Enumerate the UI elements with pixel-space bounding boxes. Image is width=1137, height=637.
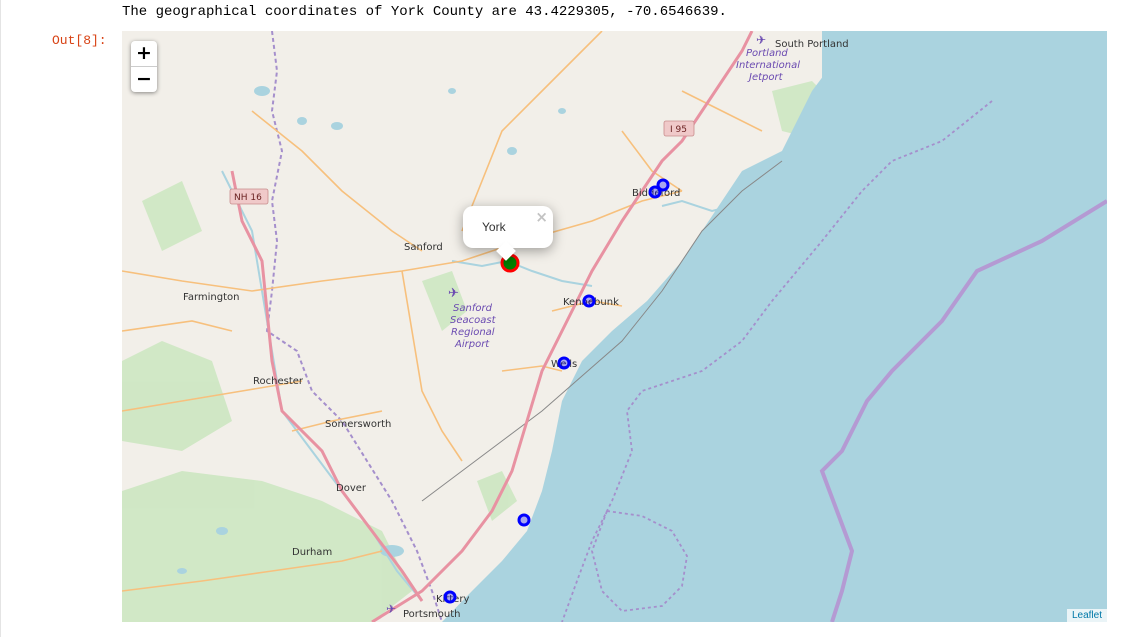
map-container[interactable]: NH 16 I 95 ✈ ✈ ✈ South Portland Biddefor… xyxy=(122,31,1107,622)
airport-label: Portland xyxy=(746,48,788,59)
circle-marker[interactable] xyxy=(517,513,531,527)
zoom-out-button[interactable]: − xyxy=(131,67,157,92)
shield-nh16: NH 16 xyxy=(229,188,269,205)
shield-nh16-label: NH 16 xyxy=(234,193,262,203)
airport-label: Seacoast xyxy=(450,315,497,326)
popup-text: York xyxy=(482,220,506,234)
airport-icon: ✈ xyxy=(386,602,396,616)
out-prompt: Out[8]: xyxy=(52,33,107,48)
circle-marker[interactable] xyxy=(582,294,596,308)
airport-label: Sanford xyxy=(453,303,493,314)
attribution-link[interactable]: Leaflet xyxy=(1066,609,1107,622)
place-label: Portsmouth xyxy=(403,609,461,620)
place-label: Somersworth xyxy=(325,419,391,430)
shield-i95: I 95 xyxy=(663,120,695,137)
airport-label: International xyxy=(736,60,800,71)
circle-marker[interactable] xyxy=(648,185,662,199)
airport-label: Airport xyxy=(454,339,490,350)
place-label: Sanford xyxy=(404,242,443,253)
place-label: Durham xyxy=(292,547,332,558)
cell-border xyxy=(0,0,1,637)
place-label: Dover xyxy=(336,483,367,494)
close-icon[interactable]: × xyxy=(535,208,548,226)
zoom-control: + − xyxy=(131,41,157,92)
zoom-in-button[interactable]: + xyxy=(131,41,157,67)
airport-label: Regional xyxy=(451,327,495,338)
map-tiles[interactable]: NH 16 I 95 ✈ ✈ ✈ South Portland Biddefor… xyxy=(122,31,1107,622)
circle-marker[interactable] xyxy=(443,590,457,604)
airport-icon: ✈ xyxy=(448,286,459,301)
circle-marker[interactable] xyxy=(557,356,571,370)
airport-label: Jetport xyxy=(747,72,784,83)
marker-popup: York × xyxy=(463,206,553,261)
airport-icon: ✈ xyxy=(756,33,766,47)
stdout-text: The geographical coordinates of York Cou… xyxy=(122,4,727,20)
place-label: Rochester xyxy=(253,376,304,387)
place-label: Farmington xyxy=(183,292,239,303)
shield-i95-label: I 95 xyxy=(670,125,687,135)
